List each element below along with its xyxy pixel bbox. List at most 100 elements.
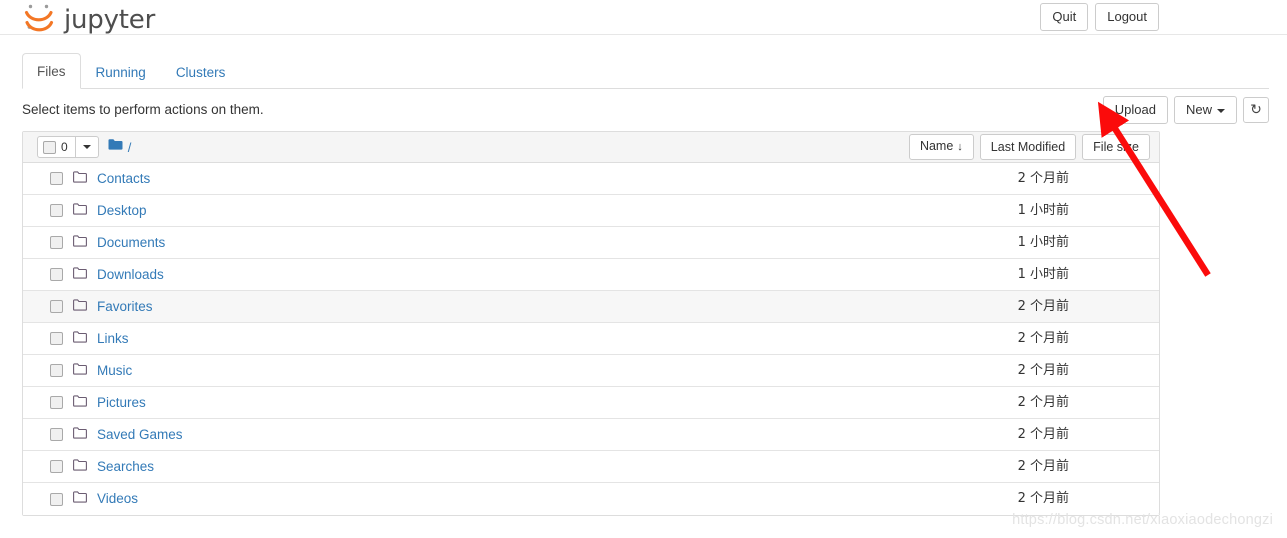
table-row[interactable]: Pictures 2 个月前 <box>23 387 1159 419</box>
file-list-header: 0 / Name ↓ Last Modified File size <box>23 132 1159 163</box>
row-left: Desktop <box>50 202 147 220</box>
folder-icon <box>73 266 87 284</box>
folder-icon <box>73 394 87 412</box>
file-rows: Contacts 2 个月前 Desktop 1 小时前 Documents 1 小时前 D… <box>23 163 1159 515</box>
last-modified-cell: 2 个月前 <box>1017 491 1069 506</box>
table-row[interactable]: Contacts 2 个月前 <box>23 163 1159 195</box>
file-name-link[interactable]: Links <box>97 330 129 348</box>
selection-hint: Select items to perform actions on them. <box>22 102 264 117</box>
arrow-down-icon: ↓ <box>957 141 963 153</box>
watermark-text: https://blog.csdn.net/xiaoxiaodechongzi <box>1012 512 1273 528</box>
file-name-link[interactable]: Videos <box>97 490 138 508</box>
folder-icon <box>73 458 87 476</box>
row-left: Favorites <box>50 298 153 316</box>
new-dropdown-button[interactable]: New <box>1173 96 1237 124</box>
table-row[interactable]: Desktop 1 小时前 <box>23 195 1159 227</box>
last-modified-cell: 2 个月前 <box>1017 458 1069 474</box>
file-name-link[interactable]: Favorites <box>97 298 153 316</box>
file-name-link[interactable]: Saved Games <box>97 426 183 444</box>
action-bar: Select items to perform actions on them.… <box>22 89 1269 131</box>
upload-button[interactable]: Upload <box>1102 96 1168 124</box>
row-checkbox[interactable] <box>50 236 63 249</box>
folder-icon <box>73 170 87 188</box>
breadcrumb[interactable]: / <box>108 138 132 156</box>
quit-button[interactable]: Quit <box>1040 3 1089 31</box>
folder-icon <box>73 298 87 316</box>
row-left: Links <box>50 330 129 348</box>
sort-by-name-button[interactable]: Name ↓ <box>908 134 974 160</box>
page-header: jupyter Quit Logout <box>0 0 1287 35</box>
row-left: Saved Games <box>50 426 183 444</box>
table-row[interactable]: Documents 1 小时前 <box>23 227 1159 259</box>
last-modified-cell: 2 个月前 <box>1017 170 1069 186</box>
brand-name: jupyter <box>64 5 156 35</box>
table-row[interactable]: Saved Games 2 个月前 <box>23 419 1159 451</box>
brand-logo[interactable]: jupyter <box>22 1 155 33</box>
row-left: Downloads <box>50 266 164 284</box>
sort-by-file-size-button[interactable]: File size <box>1082 134 1150 160</box>
select-all-dropdown-button[interactable] <box>75 136 99 158</box>
folder-icon <box>73 490 87 508</box>
file-name-link[interactable]: Desktop <box>97 202 147 220</box>
row-checkbox[interactable] <box>50 492 63 506</box>
row-checkbox[interactable] <box>50 300 63 313</box>
row-left: Music <box>50 362 132 380</box>
row-left: Documents <box>50 234 165 252</box>
sort-buttons: Name ↓ Last Modified File size <box>908 134 1150 160</box>
folder-icon <box>73 234 87 252</box>
jupyter-notebook-page: jupyter Quit Logout Files Running Cluste… <box>0 0 1287 538</box>
last-modified-cell: 2 个月前 <box>1017 362 1069 378</box>
row-checkbox[interactable] <box>50 204 63 217</box>
table-row[interactable]: Searches 2 个月前 <box>23 451 1159 483</box>
row-checkbox[interactable] <box>50 332 63 345</box>
row-checkbox[interactable] <box>50 172 63 185</box>
jupyter-logo-icon <box>22 1 56 33</box>
new-dropdown-label: New <box>1185 102 1212 117</box>
file-name-link[interactable]: Downloads <box>97 266 164 284</box>
file-name-link[interactable]: Searches <box>97 458 154 476</box>
row-checkbox[interactable] <box>50 460 63 473</box>
table-row[interactable]: Music 2 个月前 <box>23 355 1159 387</box>
table-row[interactable]: Favorites 2 个月前 <box>23 291 1159 323</box>
folder-icon <box>73 426 87 444</box>
refresh-icon: ↻ <box>1250 101 1262 117</box>
tab-running[interactable]: Running <box>81 54 161 89</box>
file-name-link[interactable]: Music <box>97 362 132 380</box>
select-all-button[interactable]: 0 <box>37 136 76 158</box>
breadcrumb-path: / <box>127 139 132 155</box>
row-left: Pictures <box>50 394 146 412</box>
file-name-link[interactable]: Pictures <box>97 394 146 412</box>
last-modified-cell: 2 个月前 <box>1017 298 1069 314</box>
selected-count: 0 <box>61 140 68 154</box>
file-name-link[interactable]: Documents <box>97 234 165 252</box>
refresh-button[interactable]: ↻ <box>1243 97 1269 123</box>
logout-button[interactable]: Logout <box>1095 3 1159 31</box>
chevron-down-icon <box>1217 108 1225 113</box>
row-checkbox[interactable] <box>50 428 63 441</box>
action-buttons: Upload New ↻ <box>1102 96 1269 124</box>
main-tabs: Files Running Clusters <box>22 34 1269 89</box>
folder-filled-icon <box>108 138 123 156</box>
table-row[interactable]: Links 2 个月前 <box>23 323 1159 355</box>
table-row[interactable]: Videos 2 个月前 <box>23 483 1159 515</box>
row-checkbox[interactable] <box>50 268 63 281</box>
table-row[interactable]: Downloads 1 小时前 <box>23 259 1159 291</box>
file-name-link[interactable]: Contacts <box>97 170 150 188</box>
folder-icon <box>73 330 87 348</box>
row-left: Searches <box>50 458 154 476</box>
row-checkbox[interactable] <box>50 396 63 409</box>
row-checkbox[interactable] <box>50 364 63 377</box>
select-all-checkbox[interactable] <box>43 140 56 154</box>
sort-name-label: Name <box>919 139 954 153</box>
file-list-header-left: 0 / <box>37 136 131 158</box>
tab-files[interactable]: Files <box>22 53 81 89</box>
last-modified-cell: 2 个月前 <box>1017 330 1069 346</box>
last-modified-cell: 1 小时前 <box>1017 202 1069 218</box>
tab-clusters[interactable]: Clusters <box>161 54 241 89</box>
last-modified-cell: 1 小时前 <box>1017 234 1069 250</box>
sort-by-last-modified-button[interactable]: Last Modified <box>979 134 1077 160</box>
row-left: Videos <box>50 490 138 508</box>
folder-icon <box>73 362 87 380</box>
last-modified-cell: 2 个月前 <box>1017 426 1069 442</box>
last-modified-cell: 2 个月前 <box>1017 394 1069 410</box>
